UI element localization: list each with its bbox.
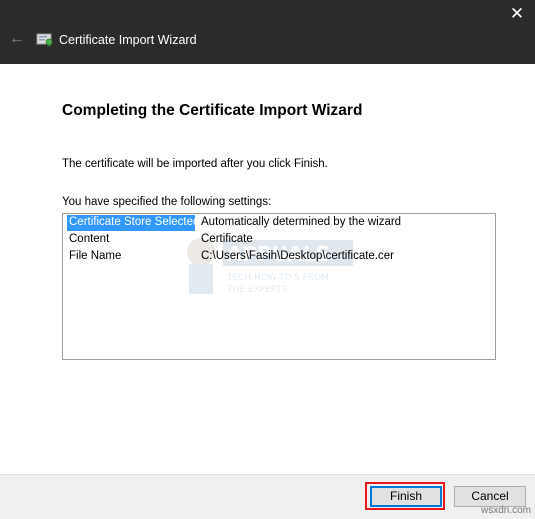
page-title: Completing the Certificate Import Wizard [62,102,363,119]
certificate-icon [36,31,54,47]
settings-value: Automatically determined by the wizard [201,216,402,228]
settings-row-store[interactable]: Certificate Store Selected Automatically… [63,215,493,232]
cancel-button[interactable]: Cancel [454,486,526,507]
settings-value: Certificate [201,233,253,245]
back-button[interactable]: ← [4,26,30,52]
wizard-content: Completing the Certificate Import Wizard… [0,64,535,474]
watermark-text: THE EXPERTS [226,285,288,295]
info-text: The certificate will be imported after y… [62,158,328,170]
settings-value: C:\Users\Fasih\Desktop\certificate.cer [201,250,395,262]
watermark-text: TECH HOW-TO'S FROM [226,273,329,283]
settings-label: You have specified the following setting… [62,196,272,208]
site-watermark: wsxdn.com [480,505,531,516]
settings-key: Certificate Store Selected [69,216,200,228]
settings-key: Content [69,233,110,245]
title-bar: ← Certificate Import Wizard ✕ [0,0,535,64]
close-button[interactable]: ✕ [499,0,535,28]
close-icon: ✕ [509,4,525,23]
window-title: Certificate Import Wizard [59,33,197,47]
settings-row-filename[interactable]: File Name C:\Users\Fasih\Desktop\certifi… [63,249,493,266]
back-arrow-icon: ← [9,30,25,47]
settings-key: File Name [69,250,122,262]
settings-row-content[interactable]: Content Certificate [63,232,493,249]
settings-list[interactable]: APPUALS TECH HOW-TO'S FROM THE EXPERTS C… [62,213,496,360]
button-bar: Finish Cancel wsxdn.com [0,474,535,519]
finish-button[interactable]: Finish [370,486,442,507]
